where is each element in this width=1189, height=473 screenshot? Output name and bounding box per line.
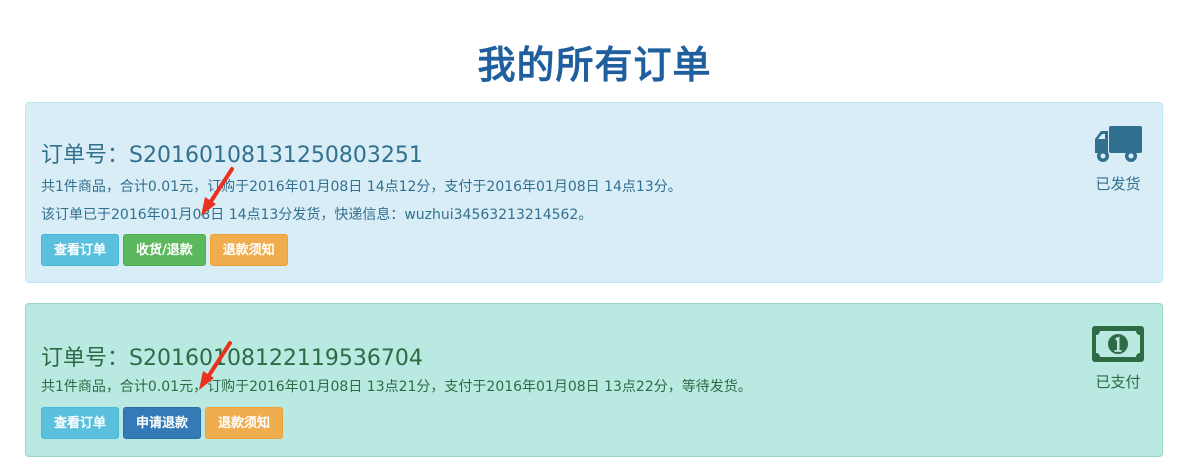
- receive-refund-button[interactable]: 收货/退款: [123, 234, 206, 266]
- order-actions: 查看订单 收货/退款 退款须知: [41, 234, 288, 266]
- status-label: 已支付: [1095, 373, 1141, 391]
- order-card-paid: 订单号：S20160108122119536704 共1件商品，合计0.01元，…: [25, 303, 1163, 457]
- order-status: 已支付: [1088, 325, 1148, 392]
- truck-icon: [1095, 126, 1142, 162]
- order-number: 订单号：S20160108122119536704: [41, 346, 423, 371]
- refund-notice-button[interactable]: 退款须知: [209, 234, 288, 266]
- refund-notice-button[interactable]: 退款须知: [205, 407, 284, 439]
- view-order-button[interactable]: 查看订单: [41, 234, 120, 266]
- page-title: 我的所有订单: [477, 43, 712, 87]
- orders-page: 我的所有订单 订单号：S20160108131250803251 共1件商品，合…: [0, 0, 1189, 473]
- status-label: 已发货: [1095, 175, 1141, 193]
- order-shipping-info: 该订单已于2016年01月08日 14点13分发货，快递信息：wuzhui345…: [41, 207, 593, 223]
- money-bill-icon: [1092, 326, 1144, 362]
- order-status: 已发货: [1088, 125, 1148, 194]
- order-summary: 共1件商品，合计0.01元，订购于2016年01月08日 14点12分，支付于2…: [41, 179, 682, 195]
- order-actions: 查看订单 申请退款 退款须知: [41, 407, 284, 439]
- view-order-button[interactable]: 查看订单: [41, 407, 120, 439]
- order-number: 订单号：S20160108131250803251: [41, 143, 423, 168]
- order-card-shipped: 订单号：S20160108131250803251 共1件商品，合计0.01元，…: [25, 102, 1163, 283]
- apply-refund-button[interactable]: 申请退款: [123, 407, 202, 439]
- order-summary: 共1件商品，合计0.01元，订购于2016年01月08日 13点21分，支付于2…: [41, 379, 752, 395]
